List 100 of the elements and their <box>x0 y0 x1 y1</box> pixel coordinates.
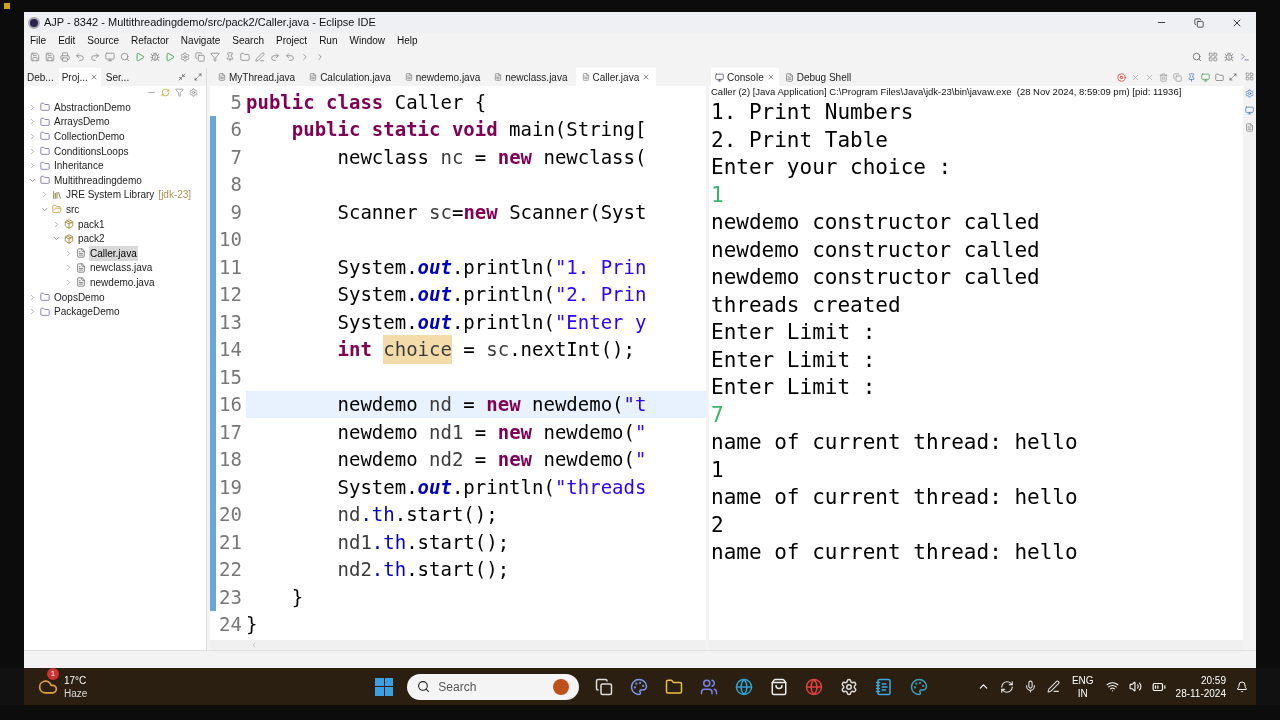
toolbar-icon[interactable] <box>150 52 160 62</box>
search-field[interactable]: Search <box>407 673 580 700</box>
gear-icon[interactable] <box>840 677 859 696</box>
expand-icon[interactable] <box>28 292 37 302</box>
store-icon[interactable] <box>770 677 789 696</box>
clear-console-icon[interactable] <box>1159 72 1168 82</box>
expand-icon[interactable] <box>52 219 61 229</box>
display-console-icon[interactable] <box>1201 72 1210 82</box>
expand-icon[interactable] <box>28 102 37 112</box>
editor-tab[interactable]: Caller.java <box>575 68 657 86</box>
microphone-icon[interactable] <box>1023 680 1037 693</box>
expand-icon[interactable] <box>40 190 49 200</box>
tree-item[interactable]: pack1 <box>77 216 106 232</box>
expand-icon[interactable] <box>64 277 73 287</box>
maximize-view-icon[interactable] <box>1229 73 1237 81</box>
expand-icon[interactable] <box>28 307 37 317</box>
remove-all-icon[interactable] <box>1145 72 1154 82</box>
toolbar-icon[interactable] <box>30 52 40 62</box>
close-icon[interactable] <box>642 73 651 81</box>
menu-item[interactable]: Search <box>232 33 264 48</box>
tree-item[interactable]: CollectionDemo <box>53 129 126 144</box>
tree-item[interactable]: AbstractionDemo <box>53 99 132 115</box>
remove-launch-icon[interactable] <box>1131 72 1140 82</box>
sync-icon[interactable] <box>999 679 1014 694</box>
toolbar-icon[interactable] <box>210 52 220 62</box>
toolbar-icon[interactable] <box>225 52 235 62</box>
tree-item[interactable]: Caller.java <box>89 245 138 261</box>
tree-item[interactable]: OopsDemo <box>53 289 106 305</box>
editor-tab[interactable]: newclass.java <box>488 68 574 86</box>
menu-item[interactable]: Navigate <box>180 33 221 48</box>
close-icon[interactable] <box>766 73 775 81</box>
tree-item[interactable]: Inheritance <box>53 158 105 174</box>
perspective-icon[interactable] <box>1208 52 1218 62</box>
wifi-icon[interactable] <box>1105 680 1119 693</box>
menu-item[interactable]: Project <box>276 33 308 48</box>
menu-item[interactable]: Refactor <box>131 33 169 48</box>
pin-icon[interactable] <box>1187 72 1196 82</box>
tree-item[interactable]: pack2 <box>77 231 106 247</box>
close-icon[interactable] <box>89 73 98 81</box>
toolbar-icon[interactable] <box>75 52 85 62</box>
console-view-icon[interactable] <box>1245 106 1254 115</box>
view-tab[interactable]: Proj... <box>58 68 101 86</box>
expand-icon[interactable] <box>28 117 37 127</box>
minimize-view-icon[interactable] <box>178 73 186 81</box>
toolbar-icon[interactable] <box>255 52 265 62</box>
view-tab[interactable]: Deb... <box>24 68 57 86</box>
view-tab[interactable]: Ser... <box>102 68 133 86</box>
maximize-view-icon[interactable] <box>194 73 202 81</box>
notepad-icon[interactable] <box>875 677 894 696</box>
expand-icon[interactable] <box>64 248 73 258</box>
toolbar-icon[interactable] <box>90 52 100 62</box>
editor-tab[interactable]: newdemo.java <box>398 68 487 86</box>
tree-item[interactable]: ArraysDemo <box>53 114 111 130</box>
toolbar-icon[interactable] <box>45 52 55 62</box>
menu-item[interactable]: File <box>30 33 47 48</box>
open-console-icon[interactable] <box>1215 72 1224 82</box>
toolbar-icon[interactable] <box>285 52 295 62</box>
toolbar-icon[interactable] <box>180 52 190 62</box>
scrollbar-track[interactable] <box>210 640 706 650</box>
tree-item[interactable]: Multithreadingdemo <box>53 172 143 188</box>
toolbar-icon[interactable] <box>120 52 130 62</box>
paint-icon[interactable] <box>910 677 929 696</box>
menu-item[interactable]: Run <box>319 33 338 48</box>
expand-icon[interactable] <box>28 132 37 141</box>
expand-icon[interactable] <box>28 161 37 171</box>
tree-item[interactable]: ConditionsLoops <box>53 143 130 159</box>
pen-icon[interactable] <box>1046 680 1060 693</box>
view-tab[interactable]: Debug Shell <box>780 68 856 86</box>
scroll-left-icon[interactable] <box>250 641 258 649</box>
tree-item[interactable]: src <box>65 201 81 217</box>
problems-icon[interactable] <box>1245 123 1254 132</box>
toolbar-icon[interactable] <box>270 52 280 62</box>
tree-item[interactable]: newdemo.java <box>89 274 156 290</box>
expand-icon[interactable] <box>28 146 37 156</box>
menu-item[interactable]: Help <box>397 33 418 48</box>
file-explorer-icon[interactable] <box>665 677 684 696</box>
toolbar-icon[interactable] <box>195 52 205 62</box>
task-view-icon[interactable] <box>595 677 614 696</box>
tree-item[interactable]: PackageDemo <box>53 304 121 320</box>
menu-item[interactable]: Source <box>87 33 120 48</box>
menu-item[interactable]: Edit <box>58 33 76 48</box>
tree-item[interactable]: JRE System Library <box>65 187 156 203</box>
filter-icon[interactable] <box>175 88 184 97</box>
toolbar-icon[interactable] <box>135 52 145 62</box>
language-indicator[interactable]: ENG IN <box>1069 673 1096 700</box>
editor-tab[interactable]: MyThread.java <box>212 68 302 86</box>
terminate-icon[interactable] <box>1117 72 1126 82</box>
toolbar-icon[interactable] <box>60 52 70 62</box>
view-tab[interactable]: Console <box>711 68 779 86</box>
volume-icon[interactable] <box>1128 680 1142 693</box>
notification-icon[interactable] <box>1236 680 1248 693</box>
tree-item[interactable]: newclass.java <box>89 260 154 276</box>
menu-item[interactable]: Window <box>349 33 386 48</box>
toolbar-icon[interactable] <box>165 52 175 62</box>
search-icon[interactable] <box>1192 52 1202 62</box>
clock[interactable]: 20:59 28-11-2024 <box>1175 673 1226 700</box>
toolbar-icon[interactable] <box>105 52 115 62</box>
editor-tab[interactable]: Calculation.java <box>303 68 397 86</box>
expand-icon[interactable] <box>64 263 73 273</box>
windows-start-icon[interactable] <box>375 677 394 696</box>
